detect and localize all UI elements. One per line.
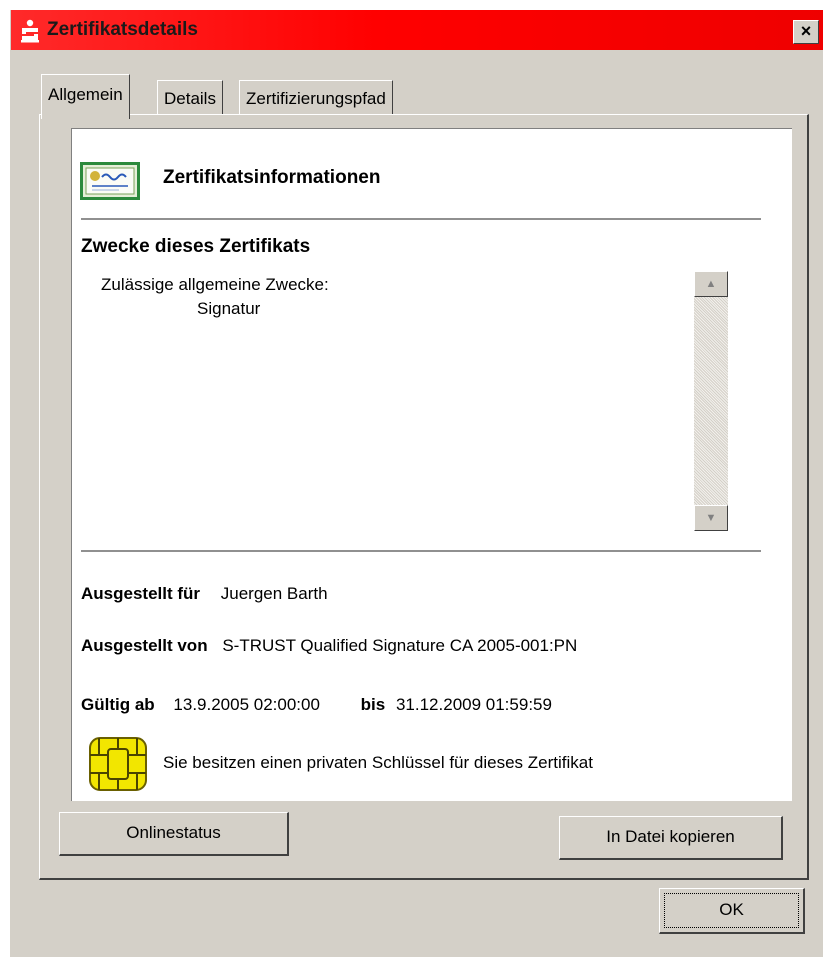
valid-to-label: bis [360,695,386,714]
issued-to-label: Ausgestellt für [81,584,201,603]
window-title: Zertifikatsdetails [47,19,198,40]
separator-top [81,218,761,220]
scroll-down-button[interactable]: ▼ [694,505,728,531]
down-arrow-icon: ▼ [705,512,717,524]
issued-by-row: Ausgestellt von S-TRUST Qualified Signat… [81,636,577,656]
issued-by-label: Ausgestellt von [81,636,208,655]
up-arrow-icon: ▲ [705,278,717,290]
smartcard-chip-icon [89,737,147,791]
tab-zertifizierungspfad[interactable]: Zertifizierungspfad [239,80,393,116]
valid-to-value: 31.12.2009 01:59:59 [395,695,552,714]
validity-row: Gültig ab 13.9.2005 02:00:00 bis 31.12.2… [81,695,552,715]
title-bar[interactable]: Zertifikatsdetails × [11,10,823,50]
copy-to-file-button[interactable]: In Datei kopieren [559,816,783,860]
issued-to-value: Juergen Barth [220,584,328,603]
purposes-line2: Signatur [197,299,261,318]
private-key-note: Sie besitzen einen privaten Schlüssel fü… [163,753,593,772]
issued-to-row: Ausgestellt für Juergen Barth [81,584,328,604]
scroll-up-button[interactable]: ▲ [694,271,728,297]
purposes-line1: Zulässige allgemeine Zwecke: [101,275,329,294]
sparkasse-logo-icon [21,19,39,43]
certificate-icon [80,162,140,200]
purposes-title: Zwecke dieses Zertifikats [81,236,311,257]
valid-from-value: 13.9.2005 02:00:00 [173,695,320,714]
valid-from-label: Gültig ab [81,695,155,714]
issued-by-value: S-TRUST Qualified Signature CA 2005-001:… [222,636,578,655]
tab-details[interactable]: Details [157,80,223,116]
ok-focus-rect [664,893,799,928]
ok-button[interactable]: OK [659,888,805,934]
purposes-scrollbar[interactable]: ▲ ▼ [694,271,728,531]
separator-bottom [81,550,761,552]
certificate-dialog: Zertifikatsdetails × Allgemein Details Z… [10,10,823,957]
header-title: Zertifikatsinformationen [163,167,381,188]
close-button[interactable]: × [793,20,819,44]
online-status-button[interactable]: Onlinestatus [59,812,289,856]
tab-allgemein[interactable]: Allgemein [41,74,130,119]
